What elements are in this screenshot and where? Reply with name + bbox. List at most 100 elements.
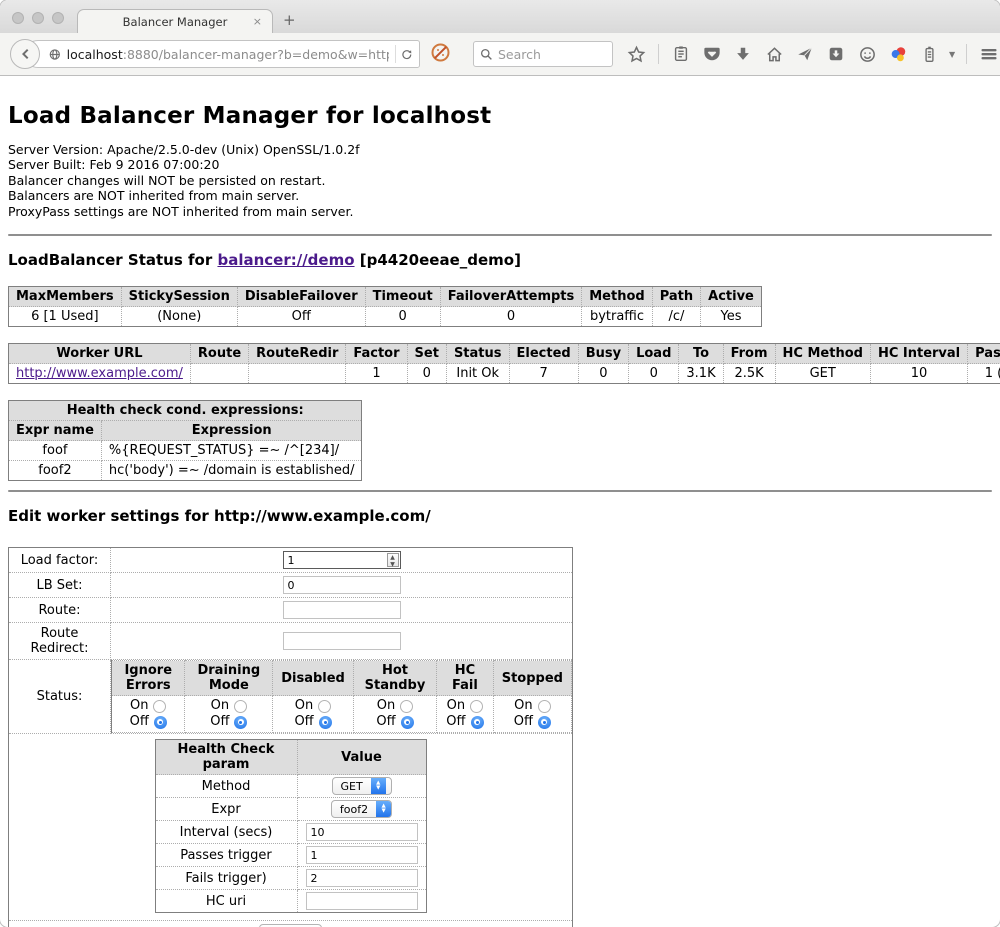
chat-smiley-icon[interactable] (856, 43, 878, 65)
zoom-window-button[interactable] (52, 12, 64, 24)
hc-fail-radios: On Off (437, 696, 494, 733)
hc-expr-select[interactable]: foof2▲▼ (331, 800, 392, 818)
draining-mode-off-radio[interactable] (234, 716, 247, 729)
health-check-param-table: Health Check param Value Method GET▲▼ (155, 739, 427, 913)
server-built-line: Server Built: Feb 9 2016 07:00:20 (8, 157, 992, 172)
send-tab-icon[interactable] (794, 43, 816, 65)
hc-method-select[interactable]: GET▲▼ (332, 777, 392, 795)
load-factor-input[interactable] (283, 551, 401, 569)
tab-bar: Balancer Manager × + (0, 0, 1000, 33)
proxypass-note-line: ProxyPass settings are NOT inherited fro… (8, 204, 992, 219)
bookmark-star-icon[interactable] (625, 43, 647, 65)
load-factor-label: Load factor: (9, 548, 111, 573)
minimize-window-button[interactable] (32, 12, 44, 24)
balancer-header-row: MaxMembers StickySession DisableFailover… (9, 287, 762, 307)
number-stepper-icon[interactable]: ▲▼ (387, 553, 399, 567)
health-check-params-row: Health Check param Value Method GET▲▼ (9, 734, 573, 921)
worker-status-table: Worker URL Route RouteRedir Factor Set S… (8, 343, 1000, 384)
edit-worker-form: Load factor: ▲▼ LB Set: Route: Route Red… (8, 547, 573, 927)
colored-dots-icon[interactable] (887, 43, 909, 65)
balancer-status-heading: LoadBalancer Status for balancer://demo … (8, 251, 992, 269)
divider (8, 490, 992, 492)
save-page-icon[interactable] (825, 43, 847, 65)
disabled-on-radio[interactable] (318, 700, 331, 713)
worker-url-link[interactable]: http://www.example.com/ (16, 366, 183, 381)
hc-expr-row: Expr foof2▲▼ (155, 798, 426, 821)
tab-balancer-manager[interactable]: Balancer Manager × (77, 9, 273, 33)
hc-uri-input[interactable] (306, 892, 418, 910)
server-version-line: Server Version: Apache/2.5.0-dev (Unix) … (8, 142, 992, 157)
stopped-on-radio[interactable] (538, 700, 551, 713)
adblock-disabled-icon[interactable] (430, 42, 451, 67)
toolbar-icons: ▼ (625, 43, 1000, 65)
url-bar[interactable]: localhost:8880/balancer-manager?b=demo&w… (24, 40, 420, 68)
route-redirect-row: Route Redirect: (9, 623, 573, 660)
hot-standby-radios: On Off (353, 696, 436, 733)
page-title: Load Balancer Manager for localhost (8, 103, 992, 129)
new-tab-button[interactable]: + (283, 11, 296, 29)
menu-hamburger-icon[interactable] (978, 43, 1000, 65)
close-window-button[interactable] (12, 12, 24, 24)
status-label: Status: (9, 660, 111, 734)
pocket-icon[interactable] (701, 43, 723, 65)
reload-icon[interactable] (401, 47, 413, 62)
ignore-errors-off-radio[interactable] (154, 716, 167, 729)
status-toggle-table: Ignore Errors Draining Mode Disabled Hot… (111, 660, 572, 733)
load-factor-row: Load factor: ▲▼ (9, 548, 573, 573)
back-button[interactable] (10, 39, 40, 69)
search-placeholder: Search (498, 47, 541, 62)
hc-method-row: Method GET▲▼ (155, 775, 426, 798)
lb-set-row: LB Set: (9, 573, 573, 598)
health-check-expressions-table: Health check cond. expressions: Expr nam… (8, 400, 362, 481)
stopped-radios: On Off (493, 696, 571, 733)
hc-interval-input[interactable] (306, 823, 418, 841)
route-row: Route: (9, 598, 573, 623)
hot-standby-on-radio[interactable] (400, 700, 413, 713)
hc-fails-row: Fails trigger) (155, 867, 426, 890)
ignore-errors-on-radio[interactable] (153, 700, 166, 713)
url-text[interactable]: localhost:8880/balancer-manager?b=demo&w… (67, 47, 389, 62)
balancer-data-row: 6 [1 Used] (None) Off 0 0 bytraffic /c/ … (9, 307, 762, 327)
stopped-off-radio[interactable] (538, 716, 551, 729)
overflow-caret-icon[interactable]: ▼ (949, 50, 955, 59)
hc-fail-on-radio[interactable] (470, 700, 483, 713)
draining-mode-on-radio[interactable] (234, 700, 247, 713)
reading-list-icon[interactable] (670, 43, 692, 65)
route-label: Route: (9, 598, 111, 623)
hot-standby-off-radio[interactable] (401, 716, 414, 729)
expr-header-row: Expr name Expression (9, 421, 362, 441)
edit-worker-heading: Edit worker settings for http://www.exam… (8, 507, 992, 525)
lb-set-label: LB Set: (9, 573, 111, 598)
download-icon[interactable] (732, 43, 754, 65)
select-arrows-icon: ▲▼ (371, 778, 386, 794)
select-arrows-icon: ▲▼ (376, 801, 391, 817)
expr-row-foof: foof %{REQUEST_STATUS} =~ /^[234]/ (9, 441, 362, 461)
expr-table-title: Health check cond. expressions: (9, 401, 362, 421)
search-input[interactable]: Search (473, 41, 613, 67)
battery-extension-icon[interactable] (918, 43, 940, 65)
disabled-off-radio[interactable] (319, 716, 332, 729)
hc-fails-input[interactable] (306, 869, 418, 887)
page-content: Load Balancer Manager for localhost Serv… (0, 103, 1000, 927)
hc-passes-input[interactable] (306, 846, 418, 864)
server-info: Server Version: Apache/2.5.0-dev (Unix) … (8, 142, 992, 219)
window-controls[interactable] (12, 12, 64, 24)
balancer-demo-link[interactable]: balancer://demo (217, 251, 354, 269)
route-input[interactable] (283, 601, 401, 619)
balancer-status-table: MaxMembers StickySession DisableFailover… (8, 286, 762, 327)
home-icon[interactable] (763, 43, 785, 65)
worker-header-row: Worker URL Route RouteRedir Factor Set S… (9, 344, 1000, 364)
hc-param-header: Health Check param (155, 740, 297, 775)
hc-uri-row: HC uri (155, 890, 426, 913)
tab-close-icon[interactable]: × (253, 15, 262, 28)
ignore-errors-radios: On Off (112, 696, 185, 733)
route-redirect-input[interactable] (283, 632, 401, 650)
lb-set-input[interactable] (283, 576, 401, 594)
disabled-radios: On Off (273, 696, 354, 733)
status-row: Status: Ignore Errors Draining Mode Disa… (9, 660, 573, 734)
worker-data-row: http://www.example.com/ 1 0 Init Ok 7 0 … (9, 364, 1000, 384)
search-icon (480, 48, 493, 61)
back-arrow-icon (18, 47, 32, 61)
navigation-toolbar: localhost:8880/balancer-manager?b=demo&w… (0, 33, 1000, 76)
hc-fail-off-radio[interactable] (471, 716, 484, 729)
